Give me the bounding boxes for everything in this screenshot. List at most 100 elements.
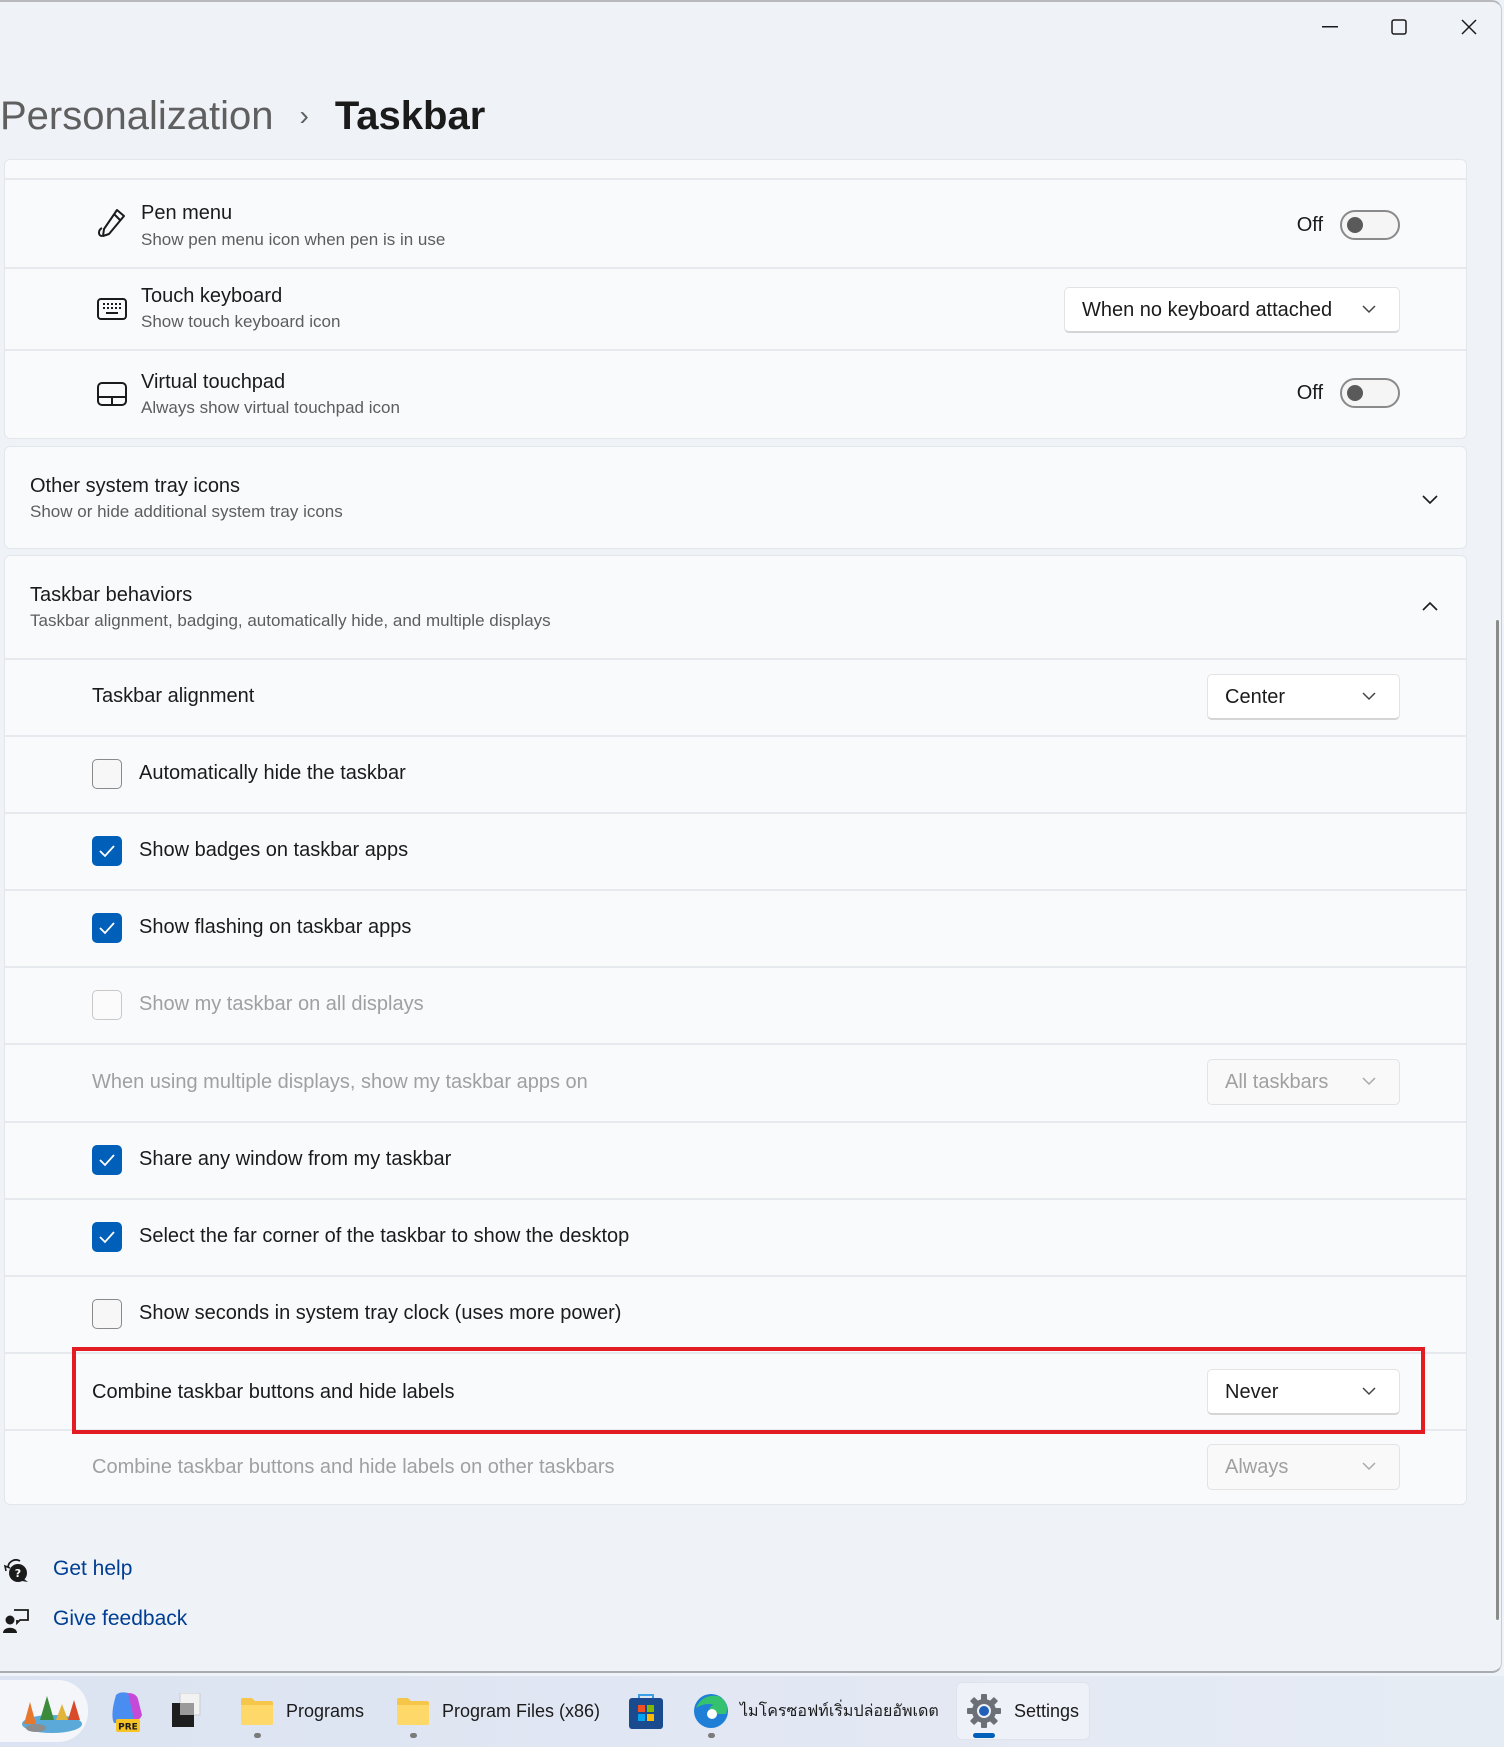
multi-display-label: When using multiple displays, show my ta… [92,1071,588,1093]
system-tray-icons-card: Pen menu Show pen menu icon when pen is … [4,159,1467,439]
other-tray-subtitle: Show or hide additional system tray icon… [30,502,343,521]
scrollbar-thumb[interactable] [1496,620,1499,1620]
pen-menu-toggle[interactable] [1340,210,1400,240]
checkmark-icon [99,922,115,935]
show-seconds-checkbox[interactable] [92,1299,122,1329]
virtual-touchpad-state: Off [1296,382,1323,404]
far-corner-checkbox[interactable] [92,1222,122,1252]
combine-other-dropdown[interactable]: Always [1207,1444,1400,1490]
combine-buttons-value: Never [1225,1381,1279,1403]
taskbar-settings-label: Settings [1014,1700,1080,1721]
taskbar-program-files-folder[interactable]: Program Files (x86) [396,1682,611,1740]
far-corner-label: Select the far corner of the taskbar to … [139,1225,630,1247]
combine-buttons-label: Combine taskbar buttons and hide labels [92,1381,455,1403]
close-button[interactable] [1446,12,1492,42]
virtual-touchpad-toggle[interactable] [1340,378,1400,408]
taskbar-alignment-label: Taskbar alignment [92,685,255,707]
maximize-button[interactable] [1376,12,1422,42]
checkmark-icon [99,845,115,858]
give-feedback-text: Give feedback [53,1607,188,1630]
share-window-row: Share any window from my taskbar [5,1121,1466,1198]
store-icon [629,1694,663,1729]
multi-display-dropdown[interactable]: All taskbars [1207,1059,1400,1105]
svg-text:?: ? [15,1567,21,1580]
taskbar-alignment-row: Taskbar alignment Center [5,658,1466,735]
widgets-landscape-icon [22,1696,82,1733]
touch-keyboard-dropdown[interactable]: When no keyboard attached [1064,287,1400,333]
share-window-checkbox[interactable] [92,1145,122,1175]
combine-buttons-dropdown[interactable]: Never [1207,1369,1400,1415]
combine-other-row: Combine taskbar buttons and hide labels … [5,1429,1466,1505]
show-flashing-label: Show flashing on taskbar apps [139,916,412,938]
settings-window: Personalization › Taskbar Pen menu Show … [0,0,1502,1673]
checkmark-icon [99,1154,115,1167]
get-help-link[interactable]: ? Get help [0,1557,200,1587]
windows-taskbar: PRE Programs Program Files (x86) ไมโครซอ… [0,1676,1504,1747]
all-displays-label: Show my taskbar on all displays [139,993,424,1015]
taskbar-settings[interactable]: Settings [956,1682,1090,1740]
taskbar-programs-folder[interactable]: Programs [240,1682,375,1740]
edge-icon [694,1694,728,1728]
give-feedback-link[interactable]: Give feedback [0,1607,220,1637]
folder-icon [397,1698,429,1725]
auto-hide-label: Automatically hide the taskbar [139,762,406,784]
pen-menu-state: Off [1296,214,1323,236]
terminal-icon [172,1693,201,1727]
widgets-button[interactable] [0,1680,88,1742]
feedback-person-icon [3,1609,29,1633]
settings-gear-icon [967,1694,1001,1728]
touch-keyboard-value: When no keyboard attached [1082,299,1333,321]
show-badges-label: Show badges on taskbar apps [139,839,409,861]
chevron-down-icon [1362,692,1376,701]
breadcrumb-separator-icon: › [299,100,309,131]
virtual-touchpad-row: Virtual touchpad Always show virtual tou… [5,349,1466,439]
all-displays-checkbox[interactable] [92,990,122,1020]
auto-hide-row: Automatically hide the taskbar [5,735,1466,812]
combine-buttons-row: Combine taskbar buttons and hide labels … [5,1352,1466,1429]
all-displays-row: Show my taskbar on all displays [5,966,1466,1043]
chevron-down-icon [1362,1387,1376,1396]
show-flashing-checkbox[interactable] [92,913,122,943]
pen-menu-subtitle: Show pen menu icon when pen is in use [141,230,446,249]
breadcrumb-personalization[interactable]: Personalization [0,94,274,139]
chevron-down-icon [1362,1077,1376,1086]
other-system-tray-icons-expander[interactable]: Other system tray icons Show or hide add… [4,446,1467,549]
touchpad-icon [97,382,127,406]
touch-keyboard-subtitle: Show touch keyboard icon [141,312,341,331]
taskbar-edge[interactable]: ไมโครซอฟท์เริ่มปล่อยอัพเดต [692,1682,942,1740]
copilot-pre-icon: PRE [112,1692,142,1733]
show-badges-row: Show badges on taskbar apps [5,812,1466,889]
taskbar-edge-label: ไมโครซอฟท์เริ่มปล่อยอัพเดต [740,1700,939,1720]
maximize-icon [1391,19,1407,35]
taskbar-alignment-dropdown[interactable]: Center [1207,674,1400,720]
taskbar-program-files-label: Program Files (x86) [442,1700,601,1721]
active-indicator [973,1733,995,1738]
running-indicator [254,1733,261,1738]
running-indicator [708,1733,715,1738]
breadcrumb: Personalization › Taskbar [0,86,485,146]
multi-display-value: All taskbars [1225,1071,1329,1093]
chevron-up-icon[interactable] [1420,599,1440,613]
taskbar-terminal[interactable] [170,1682,216,1740]
close-icon [1461,19,1477,35]
taskbar-behaviors-card: Taskbar behaviors Taskbar alignment, bad… [4,555,1467,1505]
folder-icon [241,1698,273,1725]
multi-display-row: When using multiple displays, show my ta… [5,1043,1466,1121]
pen-menu-row: Pen menu Show pen menu icon when pen is … [5,178,1466,267]
combine-other-label: Combine taskbar buttons and hide labels … [92,1456,615,1478]
page-title: Taskbar [334,93,486,138]
keyboard-icon [97,298,127,320]
show-flashing-row: Show flashing on taskbar apps [5,889,1466,966]
chevron-down-icon[interactable] [1420,492,1440,506]
auto-hide-checkbox[interactable] [92,759,122,789]
minimize-button[interactable] [1307,12,1353,42]
taskbar-alignment-value: Center [1225,686,1286,708]
taskbar-copilot[interactable]: PRE [106,1682,152,1740]
show-badges-checkbox[interactable] [92,836,122,866]
taskbar-behaviors-header[interactable]: Taskbar behaviors Taskbar alignment, bad… [5,556,1466,658]
checkmark-icon [99,1231,115,1244]
taskbar-store[interactable] [628,1682,668,1740]
touch-keyboard-row: Touch keyboard Show touch keyboard icon … [5,267,1466,349]
chevron-down-icon [1362,1462,1376,1471]
minimize-icon [1322,26,1338,28]
